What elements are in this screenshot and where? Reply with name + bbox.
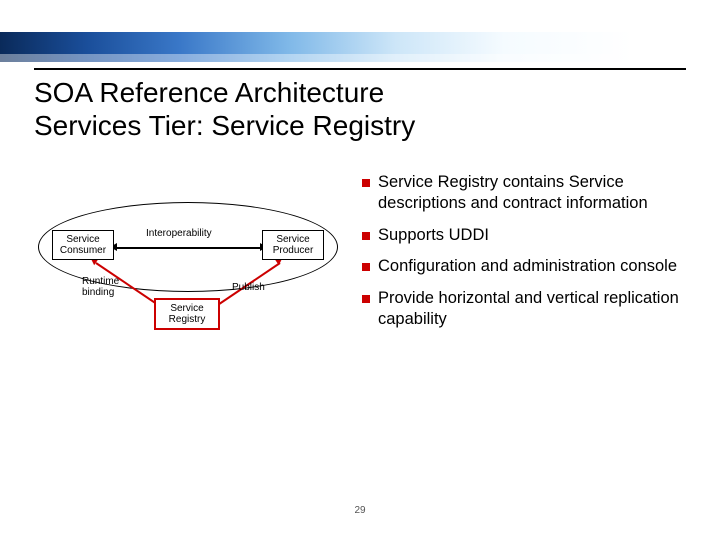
service-registry-diagram: Service Consumer Service Producer Servic… — [34, 172, 344, 362]
header-rule — [34, 68, 686, 70]
title-line-2: Services Tier: Service Registry — [34, 110, 415, 141]
page-number: 29 — [0, 505, 720, 516]
bullet-item: Service Registry contains Service descri… — [362, 172, 686, 215]
bullet-item: Provide horizontal and vertical replicat… — [362, 288, 686, 331]
box-service-consumer: Service Consumer — [52, 230, 114, 260]
bullet-item: Supports UDDI — [362, 225, 686, 246]
box-service-producer: Service Producer — [262, 230, 324, 260]
label-publish: Publish — [232, 282, 265, 293]
title-line-1: SOA Reference Architecture — [34, 77, 384, 108]
label-runtime-binding: Runtime binding — [82, 276, 119, 298]
label-runtime-line2: binding — [82, 287, 114, 298]
bullet-list: Service Registry contains Service descri… — [362, 172, 686, 472]
slide: SOA Reference Architecture Services Tier… — [0, 0, 720, 540]
label-interoperability: Interoperability — [146, 228, 212, 239]
content-area: Service Consumer Service Producer Servic… — [34, 172, 686, 472]
label-runtime-line1: Runtime — [82, 276, 119, 287]
header-banner — [0, 32, 720, 62]
bullet-item: Configuration and administration console — [362, 256, 686, 277]
interop-arrow-line — [116, 247, 260, 249]
slide-title: SOA Reference Architecture Services Tier… — [34, 76, 686, 142]
box-service-registry: Service Registry — [154, 298, 220, 330]
